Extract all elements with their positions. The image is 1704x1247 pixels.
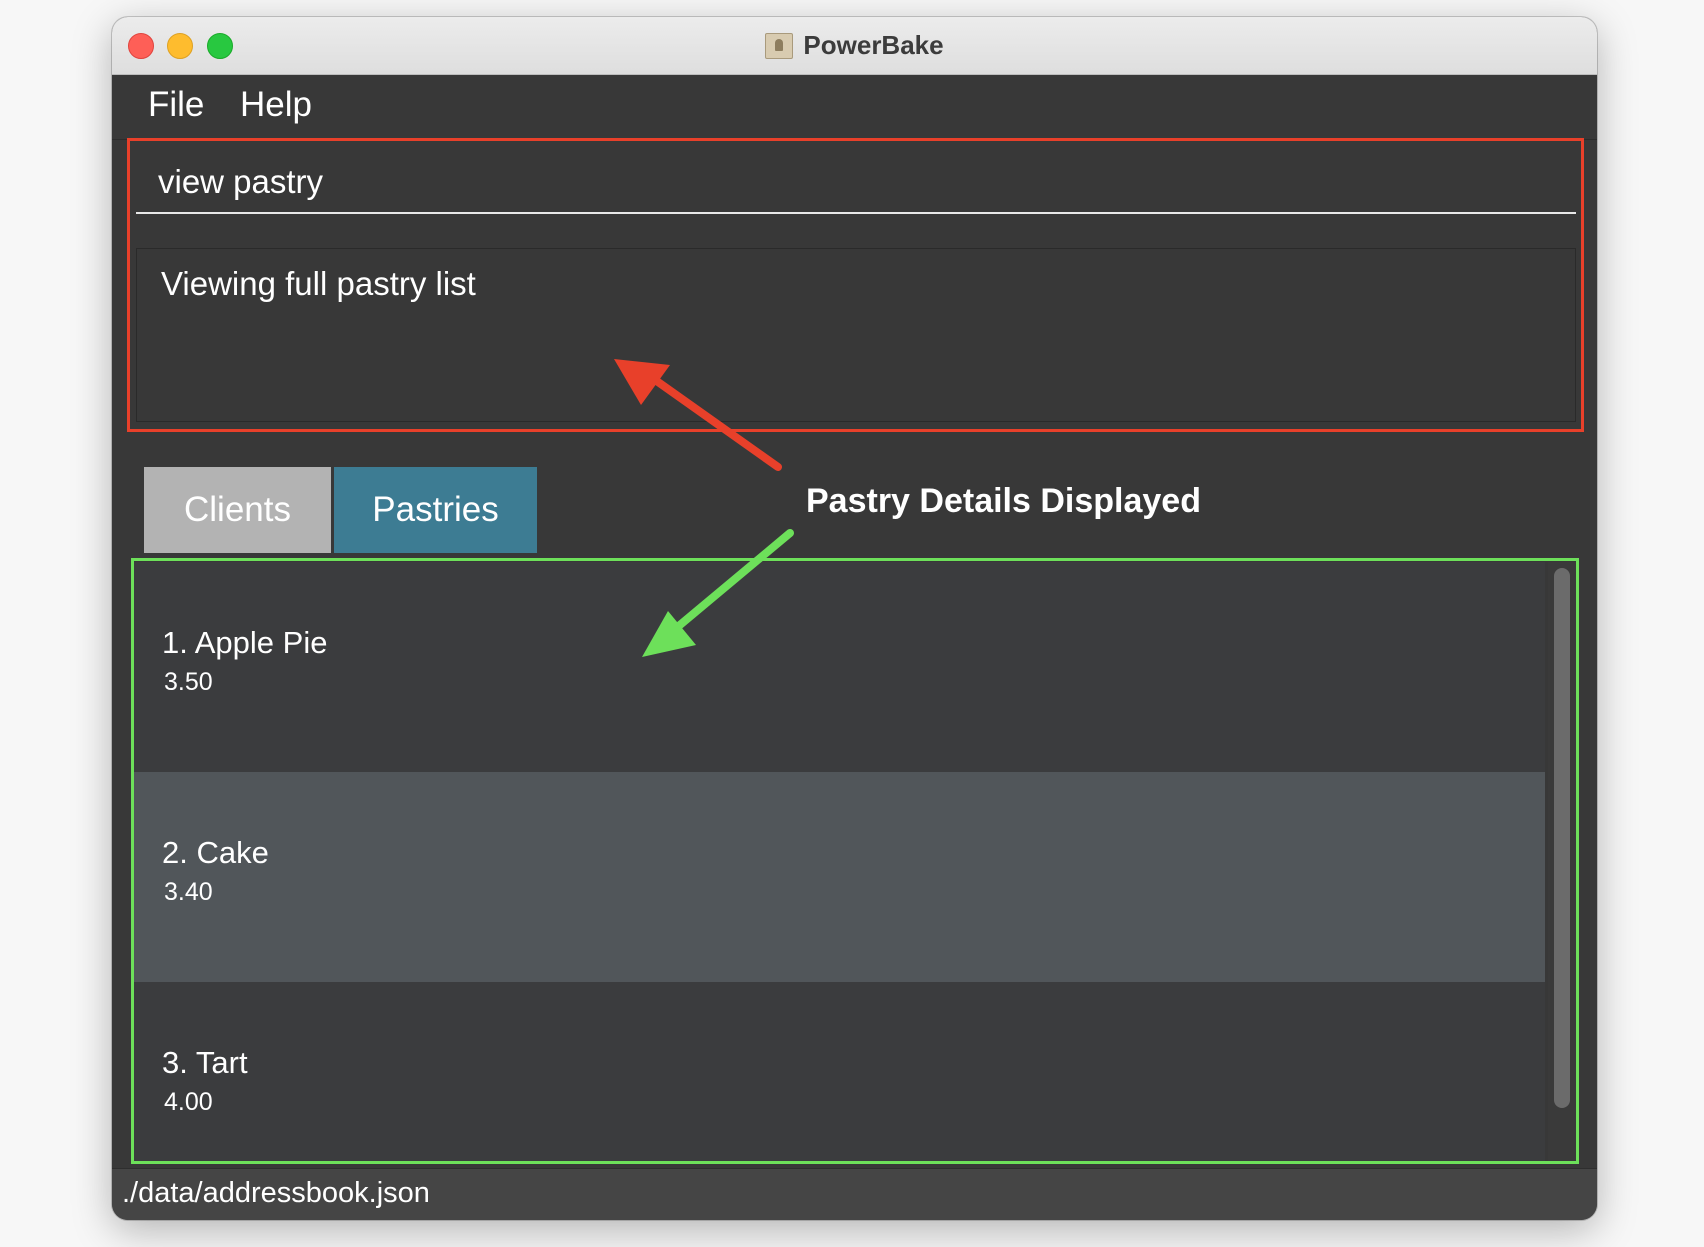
pastry-name: 1. Apple Pie	[162, 625, 328, 660]
title-group: PowerBake	[112, 17, 1597, 74]
pastry-price: 3.40	[164, 878, 213, 906]
pastry-list: 1. Apple Pie 3.50 2. Cake 3.40 3. Tart 4…	[134, 562, 1576, 1163]
data-file-path: ./data/addressbook.json	[122, 1177, 430, 1209]
annotation-label: Pastry Details Displayed	[806, 482, 1201, 520]
status-bar: ./data/addressbook.json	[112, 1168, 1597, 1220]
pastry-name: 2. Cake	[162, 835, 269, 870]
tab-pastries[interactable]: Pastries	[334, 467, 537, 553]
command-area	[112, 140, 1597, 225]
title-bar[interactable]: PowerBake	[112, 17, 1597, 75]
pastry-name: 3. Tart	[162, 1045, 248, 1080]
pastry-price: 3.50	[164, 668, 213, 696]
list-item[interactable]: 2. Cake 3.40	[134, 772, 1545, 982]
window-title: PowerBake	[803, 30, 944, 60]
menu-bar: File Help	[112, 75, 1597, 140]
scrollbar-thumb[interactable]	[1554, 568, 1570, 1108]
pastry-price: 4.00	[164, 1088, 213, 1116]
result-display: Viewing full pastry list	[136, 248, 1576, 422]
list-item[interactable]: 1. Apple Pie 3.50	[134, 562, 1545, 772]
list-scrollbar[interactable]	[1548, 562, 1576, 1163]
tab-clients[interactable]: Clients	[144, 467, 331, 553]
list-item[interactable]: 3. Tart 4.00	[134, 982, 1545, 1163]
app-window: PowerBake File Help Viewing full pastry …	[112, 17, 1597, 1220]
menu-help[interactable]: Help	[240, 85, 312, 125]
result-message: Viewing full pastry list	[161, 265, 476, 302]
menu-file[interactable]: File	[148, 85, 204, 125]
command-input[interactable]	[136, 152, 1576, 214]
app-icon	[765, 32, 794, 59]
